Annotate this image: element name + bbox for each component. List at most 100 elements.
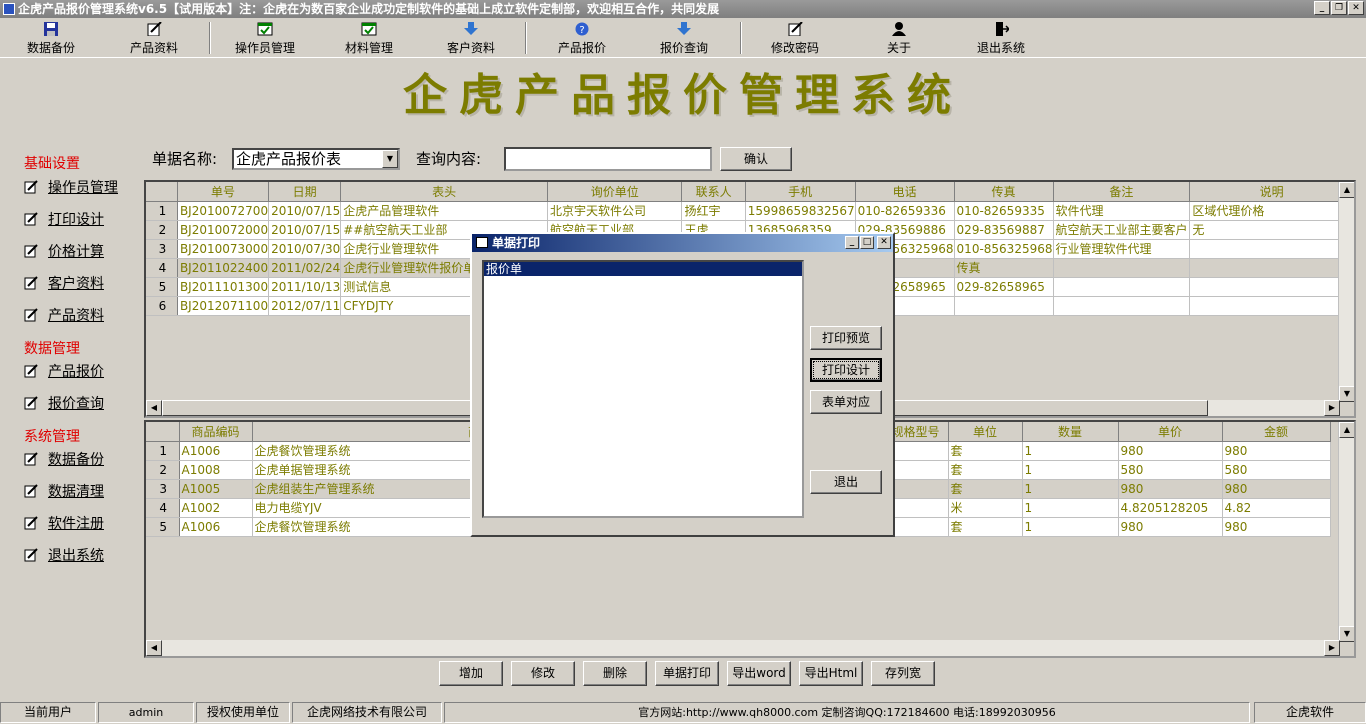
table-cell[interactable] — [1189, 277, 1354, 297]
table-cell[interactable]: 4.8205128205 — [1118, 498, 1223, 518]
column-header[interactable]: 手机 — [745, 182, 856, 202]
sidebar-item-exit[interactable]: 退出系统 — [24, 545, 104, 565]
table-cell[interactable]: 010-856325968 — [954, 239, 1054, 259]
column-header[interactable]: 数量 — [1022, 422, 1119, 442]
table-cell[interactable]: BJ2010072000 — [177, 220, 270, 240]
table-cell[interactable]: 行业管理软件代理 — [1053, 239, 1191, 259]
table-cell[interactable]: 980 — [1118, 441, 1223, 461]
table-cell[interactable]: 1 — [1022, 479, 1119, 499]
table-cell[interactable]: BJ2010072700 — [177, 201, 270, 221]
edit-button[interactable]: 修改 — [511, 661, 575, 686]
table-cell[interactable] — [1053, 258, 1191, 278]
table-cell[interactable]: 米 — [948, 498, 1023, 518]
dialog-exit-button[interactable]: 退出 — [810, 470, 882, 494]
dialog-close-button[interactable]: ✕ — [877, 236, 891, 249]
column-header[interactable]: 联系人 — [681, 182, 746, 202]
table-cell[interactable]: 套 — [948, 479, 1023, 499]
row-number[interactable]: 3 — [146, 239, 178, 259]
row-number[interactable]: 2 — [146, 220, 178, 240]
table-cell[interactable]: 1 — [1022, 498, 1119, 518]
row-number[interactable]: 3 — [146, 479, 180, 499]
scroll-right-icon[interactable]: ▶ — [1324, 400, 1340, 416]
column-header[interactable]: 金额 — [1222, 422, 1331, 442]
table-cell[interactable]: 010-82659335 — [954, 201, 1054, 221]
row-number[interactable]: 6 — [146, 296, 178, 316]
export-html-button[interactable]: 导出Html — [799, 661, 863, 686]
scroll-down-icon[interactable]: ▼ — [1339, 386, 1354, 402]
sidebar-item-register[interactable]: 软件注册 — [24, 513, 104, 533]
row-number[interactable]: 2 — [146, 460, 180, 480]
table-cell[interactable]: 无 — [1189, 220, 1354, 240]
scroll-up-icon[interactable]: ▲ — [1339, 182, 1354, 198]
query-input[interactable] — [504, 147, 712, 171]
report-listbox[interactable]: 报价单 — [482, 260, 804, 518]
table-cell[interactable]: 980 — [1222, 441, 1331, 461]
save-column-width-button[interactable]: 存列宽 — [871, 661, 935, 686]
vertical-scrollbar[interactable]: ▲ ▼ — [1338, 182, 1354, 402]
sidebar-item-cleanup[interactable]: 数据清理 — [24, 481, 104, 501]
table-cell[interactable]: BJ2011101300 — [177, 277, 270, 297]
toolbar-password-button[interactable]: 修改密码 — [768, 21, 822, 56]
table-cell[interactable]: BJ2010073000 — [177, 239, 270, 259]
row-number[interactable]: 4 — [146, 258, 178, 278]
restore-button[interactable]: ❐ — [1331, 1, 1347, 15]
add-button[interactable]: 增加 — [439, 661, 503, 686]
print-preview-button[interactable]: 打印预览 — [810, 326, 882, 350]
table-cell[interactable]: 航空航天工业部主要客户 — [1053, 220, 1191, 240]
sidebar-item-operators[interactable]: 操作员管理 — [24, 177, 118, 197]
vertical-scrollbar[interactable]: ▲ ▼ — [1338, 422, 1354, 642]
column-header[interactable]: 单位 — [948, 422, 1023, 442]
toolbar-backup-button[interactable]: 数据备份 — [24, 22, 78, 56]
form-mapping-button[interactable]: 表单对应 — [810, 390, 882, 414]
scroll-up-icon[interactable]: ▲ — [1339, 422, 1354, 438]
column-header[interactable]: 日期 — [268, 182, 342, 202]
table-cell[interactable]: 1 — [1022, 517, 1119, 537]
table-cell[interactable] — [1189, 258, 1354, 278]
table-cell[interactable]: 2011/10/13 — [268, 277, 342, 297]
table-cell[interactable]: 580 — [1118, 460, 1223, 480]
table-cell[interactable] — [954, 296, 1054, 316]
row-number[interactable]: 4 — [146, 498, 180, 518]
scroll-right-icon[interactable]: ▶ — [1324, 640, 1340, 656]
print-design-button[interactable]: 打印设计 — [810, 358, 882, 382]
table-cell[interactable]: 029-82658965 — [954, 277, 1054, 297]
table-cell[interactable]: 企虎产品管理软件 — [340, 201, 549, 221]
table-cell[interactable]: 套 — [948, 460, 1023, 480]
column-header[interactable]: 表头 — [340, 182, 549, 202]
sidebar-item-print-design[interactable]: 打印设计 — [24, 209, 104, 229]
table-cell[interactable]: 软件代理 — [1053, 201, 1191, 221]
close-button[interactable]: ✕ — [1348, 1, 1364, 15]
table-cell[interactable]: 980 — [1118, 517, 1223, 537]
column-header[interactable]: 商品编码 — [179, 422, 253, 442]
minimize-button[interactable]: _ — [1314, 1, 1330, 15]
sidebar-item-products[interactable]: 产品资料 — [24, 305, 104, 325]
table-cell[interactable]: 北京宇天软件公司 — [547, 201, 683, 221]
table-cell[interactable]: 980 — [1222, 479, 1331, 499]
table-cell[interactable] — [1189, 296, 1354, 316]
table-cell[interactable]: 980 — [1118, 479, 1223, 499]
table-cell[interactable]: A1006 — [179, 517, 253, 537]
table-cell[interactable]: 2010/07/15 — [268, 220, 342, 240]
column-header[interactable]: 说明 — [1189, 182, 1354, 202]
row-number[interactable]: 1 — [146, 441, 180, 461]
dialog-maximize-button[interactable]: □ — [860, 236, 874, 249]
chevron-down-icon[interactable]: ▼ — [382, 150, 398, 168]
table-cell[interactable]: 2011/02/24 — [268, 258, 342, 278]
toolbar-quote-button[interactable]: ? 产品报价 — [555, 22, 609, 56]
column-header[interactable]: 单号 — [177, 182, 270, 202]
scroll-left-icon[interactable]: ◀ — [146, 400, 162, 416]
toolbar-customers-button[interactable]: 客户资料 — [444, 22, 498, 56]
sidebar-item-price-calc[interactable]: 价格计算 — [24, 241, 104, 261]
dialog-minimize-button[interactable]: _ — [845, 236, 859, 249]
table-cell[interactable]: 15998659832567 — [745, 201, 856, 221]
table-cell[interactable]: BJ2012071100 — [177, 296, 270, 316]
table-cell[interactable]: 2012/07/11 — [268, 296, 342, 316]
column-header[interactable]: 单价 — [1118, 422, 1223, 442]
table-cell[interactable]: 580 — [1222, 460, 1331, 480]
sidebar-item-quote-query[interactable]: 报价查询 — [24, 393, 104, 413]
table-row[interactable]: 1 BJ2010072700 2010/07/15 企虎产品管理软件 北京宇天软件公司扬… — [146, 201, 1354, 221]
sidebar-item-quote[interactable]: 产品报价 — [24, 361, 104, 381]
table-cell[interactable]: A1008 — [179, 460, 253, 480]
toolbar-about-button[interactable]: 关于 — [872, 22, 926, 56]
scroll-left-icon[interactable]: ◀ — [146, 640, 162, 656]
